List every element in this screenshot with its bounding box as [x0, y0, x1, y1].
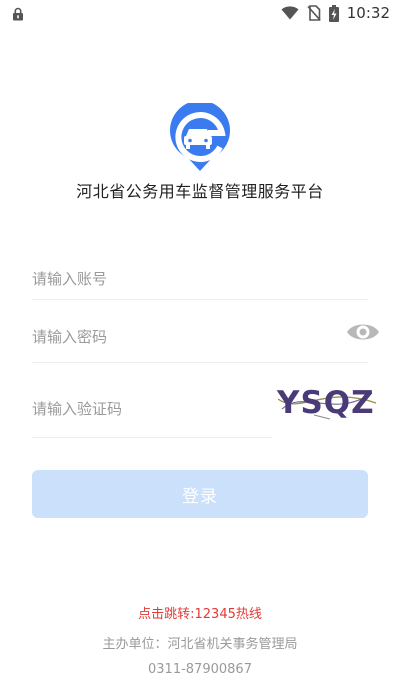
account-input[interactable]	[32, 258, 368, 299]
sponsor-text: 主办单位：河北省机关事务管理局	[102, 637, 298, 652]
login-screen: 10:32 河北省公务用车监督管理服务平台 YSQZ 登录 点击跳转:1	[0, 0, 400, 700]
status-time: 10:32	[346, 4, 390, 22]
account-field-wrapper	[32, 258, 368, 300]
captcha-text: YSQZ	[276, 385, 375, 421]
eye-icon[interactable]	[346, 320, 380, 344]
captcha-input[interactable]	[32, 380, 272, 437]
captcha-field-wrapper	[32, 380, 272, 438]
app-title: 河北省公务用车监督管理服务平台	[76, 182, 324, 201]
phone-number: 0311-87900867	[148, 662, 252, 677]
wifi-icon	[281, 6, 299, 20]
password-field-wrapper	[32, 311, 368, 363]
login-button[interactable]: 登录	[32, 470, 368, 518]
car-location-logo-icon	[170, 103, 230, 171]
hotline-link[interactable]: 点击跳转:12345热线	[0, 603, 400, 622]
status-right: 10:32	[281, 4, 390, 22]
status-bar: 10:32	[0, 0, 400, 28]
no-sim-icon	[307, 5, 321, 21]
battery-charging-icon	[328, 4, 339, 22]
lock-icon	[13, 7, 23, 21]
captcha-image[interactable]: YSQZ	[274, 379, 380, 423]
password-input[interactable]	[32, 311, 332, 362]
status-left	[12, 6, 24, 25]
